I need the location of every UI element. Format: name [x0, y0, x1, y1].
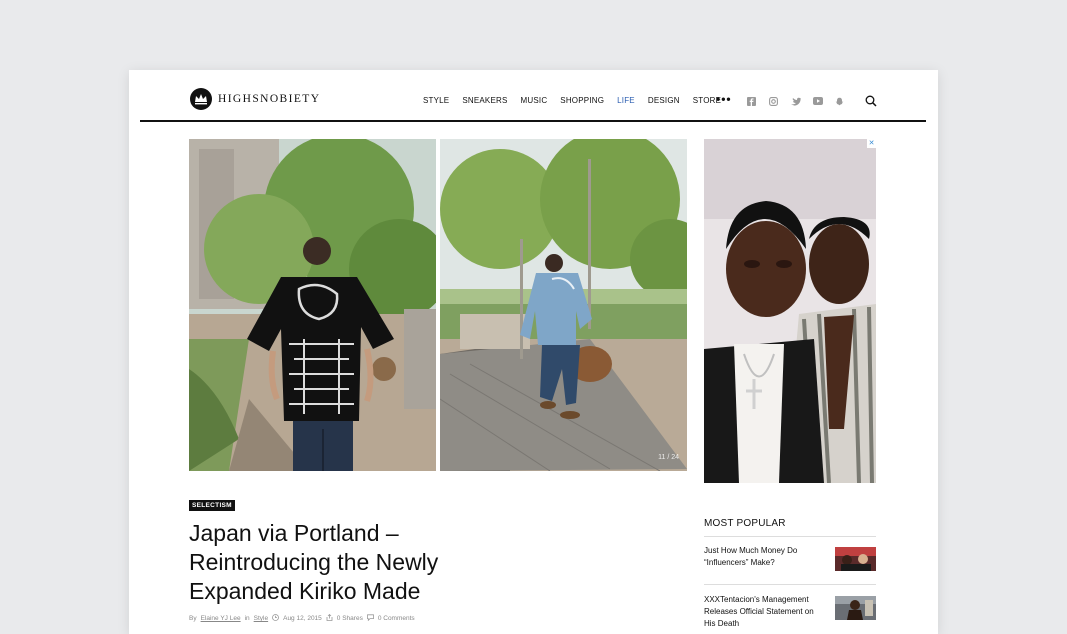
section-link[interactable]: Style — [254, 615, 268, 622]
search-icon[interactable] — [865, 94, 877, 112]
byline-by: By — [189, 615, 197, 622]
most-popular-thumbnail[interactable] — [835, 547, 876, 571]
author-link[interactable]: Elaine YJ Lee — [201, 615, 241, 622]
divider — [704, 536, 876, 537]
nav-item-music[interactable]: MUSIC — [521, 96, 548, 105]
category-tag[interactable]: SELECTISM — [189, 500, 235, 511]
headline-line: Reintroducing the Newly — [189, 549, 439, 575]
nav-item-style[interactable]: STYLE — [423, 96, 449, 105]
ad-close-icon[interactable]: ✕ — [867, 139, 876, 148]
most-popular-item-title[interactable]: Just How Much Money Do “Influencers” Mak… — [704, 545, 822, 571]
site-header: HIGHSNOBIETY STYLE SNEAKERS MUSIC SHOPPI… — [140, 70, 926, 122]
most-popular-item[interactable]: Just How Much Money Do “Influencers” Mak… — [704, 545, 876, 571]
facebook-icon[interactable] — [746, 96, 757, 106]
nav-item-shopping[interactable]: SHOPPING — [560, 96, 604, 105]
youtube-icon[interactable] — [812, 96, 823, 106]
article-byline: By Elaine YJ Lee in Style Aug 12, 2015 0… — [189, 613, 415, 623]
photo-gallery[interactable]: 11 / 24 — [189, 139, 687, 471]
gallery-counter: 11 / 24 — [658, 454, 679, 461]
divider — [704, 584, 876, 585]
more-menu-button[interactable]: ••• — [716, 92, 732, 106]
article-headline[interactable]: Japan via Portland – Reintroducing the N… — [189, 519, 519, 606]
most-popular-thumbnail[interactable] — [835, 596, 876, 620]
nav-item-design[interactable]: DESIGN — [648, 96, 680, 105]
instagram-icon[interactable] — [768, 96, 779, 106]
most-popular-item-title[interactable]: XXXTentacion's Management Releases Offic… — [704, 594, 822, 630]
headline-line: Expanded Kiriko Made — [189, 578, 421, 604]
comment-count[interactable]: 0 Comments — [378, 615, 415, 622]
nav-item-life[interactable]: LIFE — [617, 96, 635, 105]
share-icon — [326, 613, 333, 623]
site-logo[interactable]: HIGHSNOBIETY — [190, 88, 320, 110]
comment-icon — [366, 614, 374, 623]
gallery-photo-walking[interactable]: 11 / 24 — [440, 139, 687, 471]
headline-line: Japan via Portland – — [189, 520, 399, 546]
byline-in: in — [244, 615, 250, 622]
nav-item-sneakers[interactable]: SNEAKERS — [462, 96, 507, 105]
most-popular-item[interactable]: XXXTentacion's Management Releases Offic… — [704, 594, 876, 630]
most-popular-heading: MOST POPULAR — [704, 518, 786, 529]
brand-name: HIGHSNOBIETY — [218, 93, 321, 105]
gallery-photo-back-view[interactable] — [189, 139, 436, 471]
clock-icon — [272, 614, 280, 623]
share-count[interactable]: 0 Shares — [337, 615, 363, 622]
social-links — [746, 96, 845, 106]
browser-page: HIGHSNOBIETY STYLE SNEAKERS MUSIC SHOPPI… — [129, 70, 938, 634]
snapchat-icon[interactable] — [834, 96, 845, 106]
crown-icon — [190, 88, 212, 110]
twitter-icon[interactable] — [790, 96, 801, 106]
sidebar-advertisement[interactable]: ✕ — [704, 139, 876, 483]
main-nav: STYLE SNEAKERS MUSIC SHOPPING LIFE DESIG… — [423, 96, 734, 105]
publish-date: Aug 12, 2015 — [283, 615, 322, 622]
